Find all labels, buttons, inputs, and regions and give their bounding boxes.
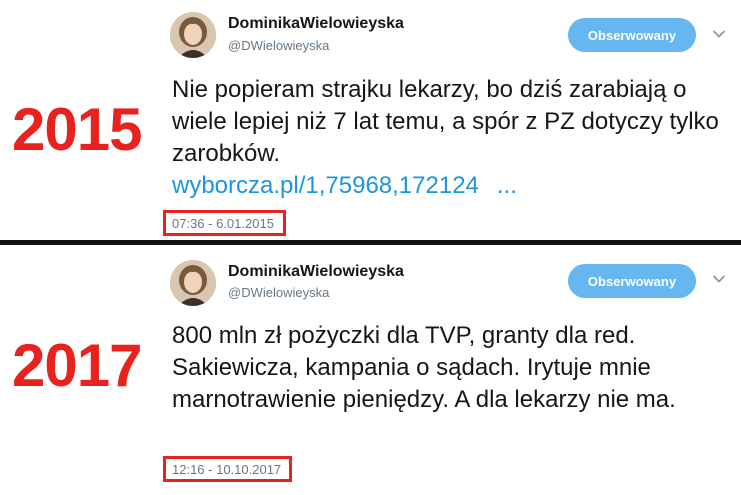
year-label: 2017 bbox=[12, 332, 142, 399]
chevron-down-icon[interactable] bbox=[712, 27, 726, 41]
tweet-body: Nie popieram strajku lekarzy, bo dziś za… bbox=[172, 76, 719, 167]
avatar-photo-icon bbox=[170, 260, 216, 306]
following-button[interactable]: Obserwowany bbox=[568, 264, 696, 298]
avatar-photo-icon bbox=[170, 12, 216, 58]
tweet-text: Nie popieram strajku lekarzy, bo dziś za… bbox=[172, 74, 732, 202]
year-label: 2015 bbox=[12, 96, 142, 163]
user-handle[interactable]: @DWielowieyska bbox=[228, 285, 329, 300]
tweet-link[interactable]: wyborcza.pl/1,75968,172124 bbox=[172, 170, 479, 202]
avatar[interactable] bbox=[170, 12, 216, 58]
display-name[interactable]: DominikaWielowieyska bbox=[228, 263, 404, 281]
timestamp[interactable]: 12:16 - 10.10.2017 bbox=[163, 456, 292, 482]
tweet-card-2015: 2015 DominikaWielowieyska @DWielowieyska… bbox=[0, 0, 741, 240]
timestamp[interactable]: 07:36 - 6.01.2015 bbox=[163, 210, 286, 236]
display-name[interactable]: DominikaWielowieyska bbox=[228, 15, 404, 33]
tweet-card-2017: 2017 DominikaWielowieyska @DWielowieyska… bbox=[0, 248, 741, 495]
divider bbox=[0, 240, 741, 245]
user-handle[interactable]: @DWielowieyska bbox=[228, 38, 329, 53]
link-ellipsis: ... bbox=[496, 172, 517, 199]
tweet-text: 800 mln zł pożyczki dla TVP, granty dla … bbox=[172, 322, 676, 413]
chevron-down-icon[interactable] bbox=[712, 272, 726, 286]
following-button[interactable]: Obserwowany bbox=[568, 18, 696, 52]
avatar[interactable] bbox=[170, 260, 216, 306]
